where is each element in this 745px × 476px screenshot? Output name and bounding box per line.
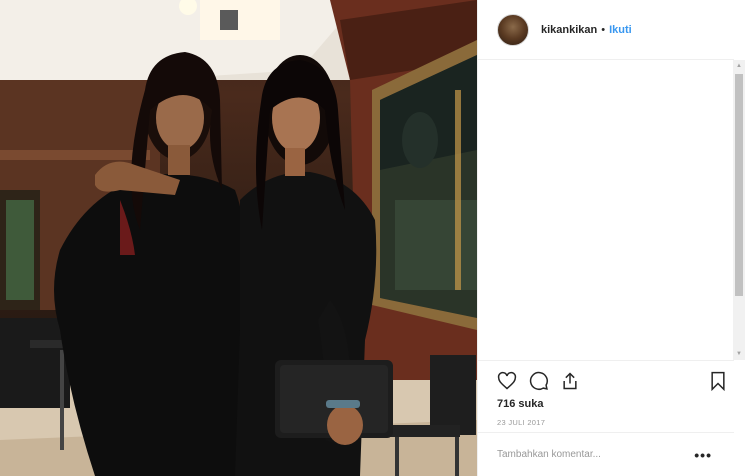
likes-count[interactable]: 716 suka: [497, 398, 543, 410]
post-photo[interactable]: [0, 0, 477, 476]
comments-area: [478, 61, 734, 359]
bookmark-icon[interactable]: [708, 371, 728, 391]
photo-illustration: [0, 0, 477, 476]
post-side-panel: kikankikan • Ikuti ▲ ▼ 716 suka 23 JULI …: [477, 0, 745, 476]
share-icon[interactable]: [560, 371, 580, 391]
scroll-thumb[interactable]: [735, 74, 743, 296]
post-date[interactable]: 23 JULI 2017: [497, 418, 545, 427]
follow-button[interactable]: Ikuti: [609, 24, 632, 36]
comment-icon[interactable]: [529, 371, 549, 391]
avatar[interactable]: [497, 13, 529, 46]
more-options-icon[interactable]: •••: [694, 447, 712, 463]
comment-input[interactable]: [497, 449, 677, 460]
scroll-down-icon[interactable]: ▼: [733, 348, 745, 360]
heart-icon[interactable]: [497, 371, 517, 391]
scroll-up-icon[interactable]: ▲: [733, 60, 745, 72]
comment-bar: •••: [478, 432, 734, 476]
action-bar: [478, 360, 734, 398]
comments-scrollbar[interactable]: ▲ ▼: [733, 60, 745, 360]
separator-dot: •: [601, 23, 606, 36]
post-header: kikankikan • Ikuti: [478, 0, 734, 60]
username-link[interactable]: kikankikan: [541, 24, 597, 36]
